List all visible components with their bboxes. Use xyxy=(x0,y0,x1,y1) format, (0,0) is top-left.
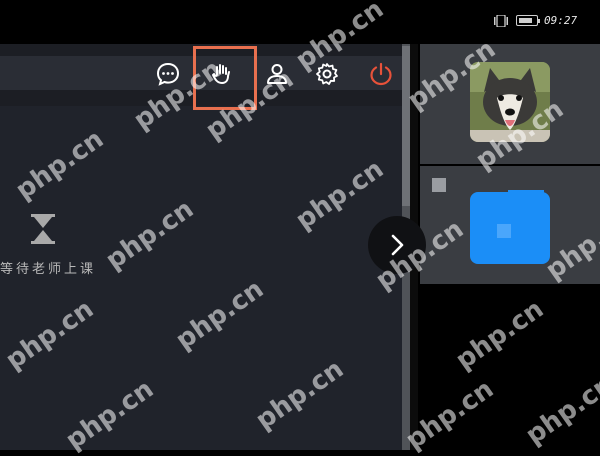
status-time: 09:27 xyxy=(544,14,578,27)
placeholder-inner-square xyxy=(497,224,511,238)
scrollbar-thumb[interactable] xyxy=(402,46,410,206)
husky-dog-avatar xyxy=(470,62,550,142)
power-icon xyxy=(370,62,392,86)
main-classroom-panel: 等待老师上课 xyxy=(0,44,402,450)
battery-icon xyxy=(516,15,540,26)
vibrate-icon xyxy=(494,15,508,27)
chat-button[interactable] xyxy=(153,59,183,89)
chevron-right-icon xyxy=(391,234,404,256)
raise-hand-highlight xyxy=(193,46,257,110)
person-icon xyxy=(267,64,287,84)
next-page-button[interactable] xyxy=(368,216,426,274)
status-bar: 09:27 xyxy=(0,0,600,44)
tile-indicator xyxy=(432,178,446,192)
chat-bubble-icon xyxy=(156,62,180,86)
top-toolbar xyxy=(0,44,402,110)
hourglass-icon xyxy=(31,214,55,244)
settings-button[interactable] xyxy=(312,59,342,89)
waiting-message: 等待老师上课 xyxy=(0,262,97,277)
gear-icon xyxy=(316,63,338,85)
profile-button[interactable] xyxy=(262,59,292,89)
exit-button[interactable] xyxy=(366,59,396,89)
